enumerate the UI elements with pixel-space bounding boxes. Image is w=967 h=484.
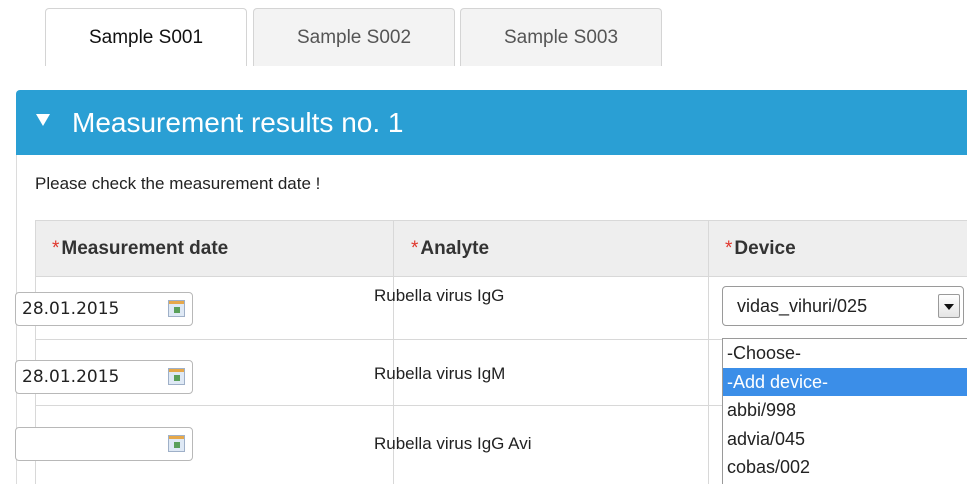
panel-header[interactable]: Measurement results no. 1 (16, 90, 967, 155)
panel-title: Measurement results no. 1 (72, 107, 404, 138)
column-divider (708, 220, 709, 484)
tab-sample-s001[interactable]: Sample S001 (45, 8, 247, 66)
dropdown-option[interactable]: abbi/998 (723, 396, 967, 425)
device-select-toggle[interactable] (938, 294, 960, 318)
analyte-name: Rubella virus IgG (374, 286, 505, 305)
measurement-date-input[interactable]: 28.01.2015 (15, 360, 193, 394)
header-analyte: * Analyte (411, 238, 490, 259)
tab-sample-s002[interactable]: Sample S002 (253, 8, 455, 66)
required-marker: * (411, 238, 419, 259)
analyte-name: Rubella virus IgG Avi (374, 434, 532, 453)
table-header: * Measurement date * Analyte * Device (35, 220, 967, 277)
chevron-down-icon (944, 304, 954, 310)
date-notice: Please check the measurement date ! (35, 174, 321, 193)
device-dropdown-list: -Choose- -Add device- abbi/998 advia/045… (722, 338, 967, 484)
caret-down-icon[interactable] (36, 114, 50, 126)
analyte-name: Rubella virus IgM (374, 364, 506, 383)
measurement-date-input[interactable] (15, 427, 193, 461)
dropdown-option-highlighted[interactable]: -Add device- (723, 367, 967, 396)
tab-sample-s003[interactable]: Sample S003 (460, 8, 662, 66)
calendar-icon[interactable] (168, 435, 185, 452)
dropdown-option[interactable]: cobas/002 (723, 453, 967, 482)
header-measurement-date: * Measurement date (52, 238, 229, 259)
calendar-icon[interactable] (168, 300, 185, 317)
calendar-icon[interactable] (168, 368, 185, 385)
device-select[interactable]: vidas_vihuri/025 (722, 286, 964, 326)
device-select-value: vidas_vihuri/025 (737, 296, 868, 316)
required-marker: * (725, 238, 733, 259)
dropdown-option[interactable]: advia/045 (723, 425, 967, 454)
dropdown-option[interactable]: -Choose- (723, 339, 967, 368)
required-marker: * (52, 238, 60, 259)
measurement-date-input[interactable]: 28.01.2015 (15, 292, 193, 326)
header-device: * Device (725, 238, 796, 259)
